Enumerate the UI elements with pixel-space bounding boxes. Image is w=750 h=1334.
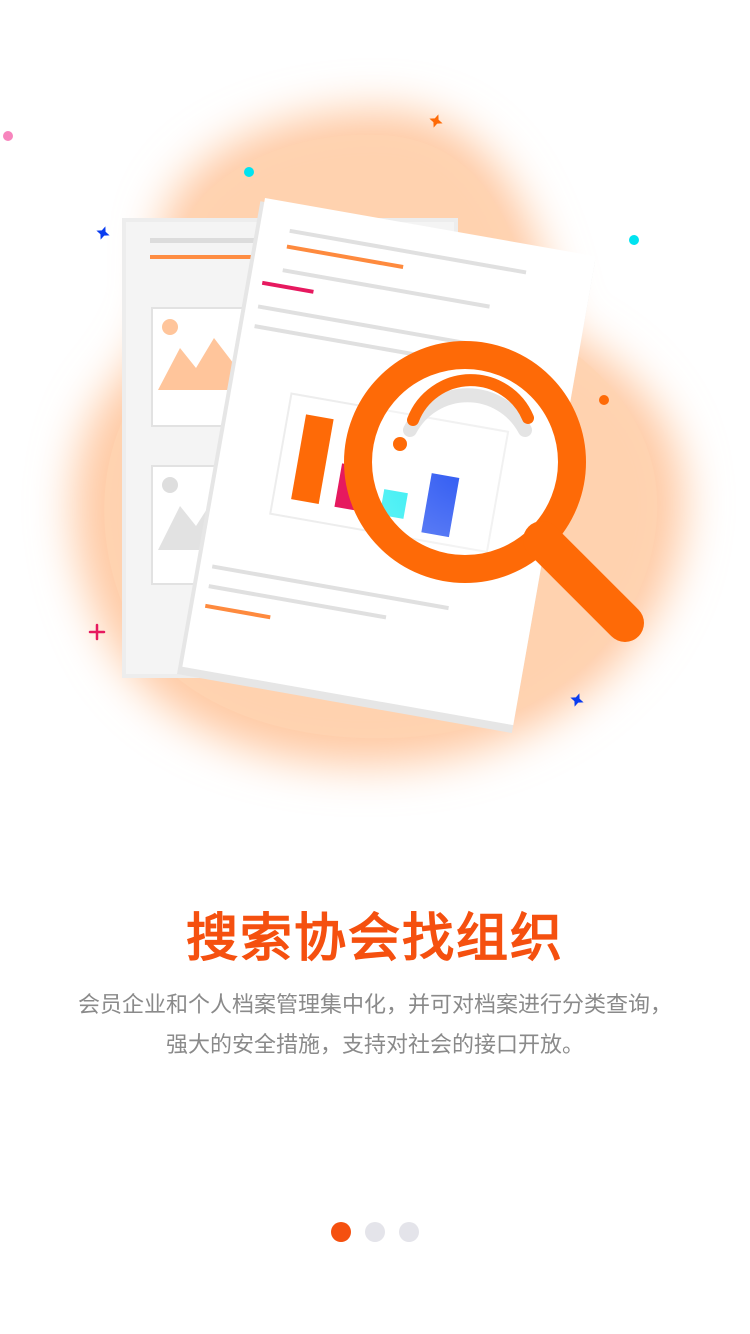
onboarding-description: 会员企业和个人档案管理集中化，并可对档案进行分类查询，强大的安全措施，支持对社会…	[77, 993, 672, 1058]
page-dot-1[interactable]	[331, 1222, 351, 1242]
onboarding-title: 搜索协会找组织	[185, 909, 564, 969]
page-dot-3[interactable]	[399, 1222, 419, 1242]
page-indicator	[0, 1221, 750, 1243]
onboarding-illustration	[3, 110, 684, 765]
page-dot-2[interactable]	[365, 1222, 385, 1242]
